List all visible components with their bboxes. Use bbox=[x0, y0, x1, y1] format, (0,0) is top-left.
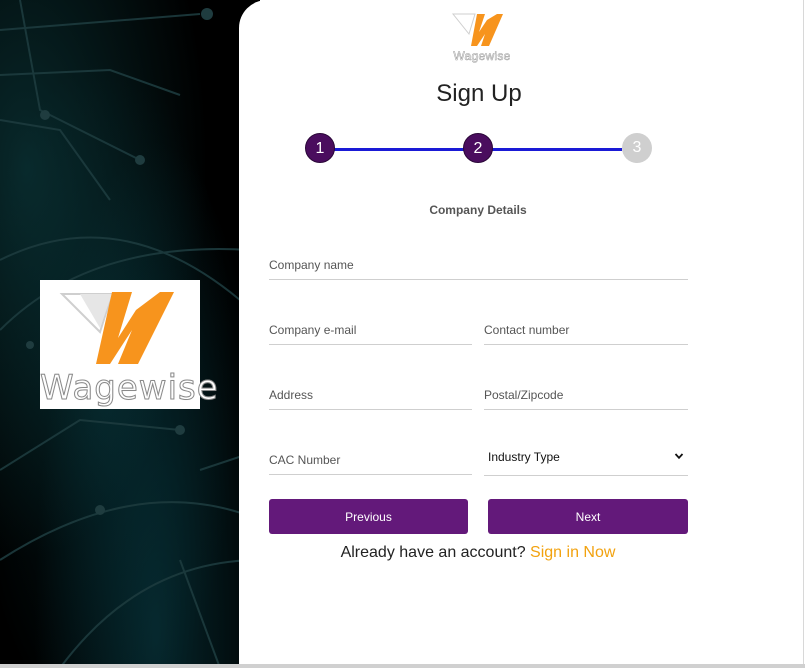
previous-button[interactable]: Previous bbox=[269, 499, 468, 534]
cac-number-input[interactable] bbox=[269, 445, 472, 475]
bottom-border bbox=[0, 664, 805, 668]
industry-type-select[interactable]: Industry Type bbox=[484, 445, 688, 476]
section-title: Company Details bbox=[429, 203, 527, 217]
brand-wordmark-large: Wagewise bbox=[40, 368, 219, 409]
postal-code-input[interactable] bbox=[484, 380, 688, 410]
address-input[interactable] bbox=[269, 380, 472, 410]
brand-logo-small: Wagewise bbox=[451, 12, 513, 64]
hero-panel: Wagewise bbox=[0, 0, 260, 668]
chevron-down-icon bbox=[674, 453, 684, 460]
step-connector-1 bbox=[334, 148, 464, 151]
page-title: Sign Up bbox=[436, 80, 522, 107]
step-2: 2 bbox=[463, 133, 493, 163]
contact-number-input[interactable] bbox=[484, 315, 688, 345]
step-connector-2 bbox=[492, 148, 622, 151]
step-1: 1 bbox=[305, 133, 335, 163]
company-email-input[interactable] bbox=[269, 315, 472, 345]
brand-wordmark-small: Wagewise bbox=[453, 49, 511, 64]
next-button[interactable]: Next bbox=[488, 499, 688, 534]
brand-logo-large: Wagewise bbox=[40, 280, 219, 409]
industry-type-selected: Industry Type bbox=[488, 450, 560, 464]
company-name-input[interactable] bbox=[269, 250, 688, 280]
step-3: 3 bbox=[622, 133, 652, 163]
signin-prompt-row: Already have an account? Sign in Now bbox=[239, 544, 717, 562]
signin-link[interactable]: Sign in Now bbox=[530, 544, 615, 561]
signin-prompt: Already have an account? bbox=[340, 544, 526, 561]
wagewise-logo-small-icon bbox=[451, 13, 503, 46]
